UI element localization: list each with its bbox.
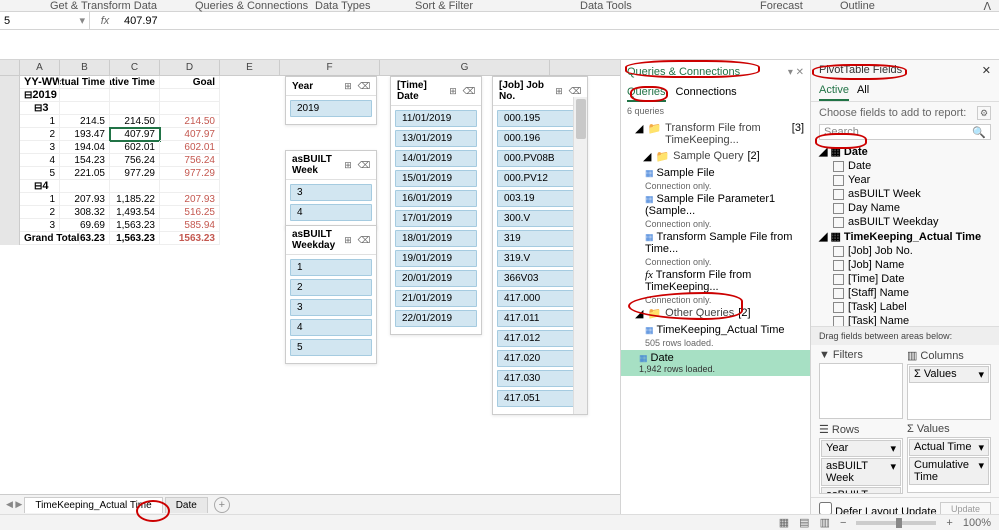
columns-icon: ▥ bbox=[907, 349, 917, 362]
pt-field[interactable]: Date bbox=[819, 159, 991, 173]
query-item[interactable]: ▦TimeKeeping_Actual Time bbox=[627, 322, 804, 338]
sheet-tab-bar: ◀ ▶ TimeKeeping_Actual Time Date + bbox=[0, 494, 620, 514]
view-normal-icon[interactable]: ▦ bbox=[779, 516, 789, 529]
rows-icon: ☰ bbox=[819, 423, 829, 436]
slicer-year[interactable]: Year⊞⌫ 2019 bbox=[285, 76, 377, 125]
area-rows[interactable]: Year▾asBUILT Week▾asBUILT Weekday▾ bbox=[819, 438, 903, 494]
column-headers[interactable]: A B C D E F G bbox=[0, 60, 620, 76]
slicer-week[interactable]: asBUILT Week⊞⌫ 34 bbox=[285, 150, 377, 229]
pivot-col-actual: Actual Time bbox=[60, 76, 110, 89]
zoom-out-button[interactable]: − bbox=[840, 517, 846, 529]
field-table-date[interactable]: ◢ ▦Date bbox=[819, 144, 991, 159]
sheet-tab-timekeeping[interactable]: TimeKeeping_Actual Time bbox=[24, 497, 162, 513]
name-box[interactable]: 5▾ bbox=[0, 12, 90, 29]
pt-field[interactable]: [Job] Job No. bbox=[819, 244, 991, 258]
fx-icon[interactable]: fx bbox=[90, 15, 120, 27]
pt-field[interactable]: [Job] Name bbox=[819, 258, 991, 272]
pt-field[interactable]: [Task] Name bbox=[819, 314, 991, 326]
slicer-time-date[interactable]: [Time] Date⊞⌫ 11/01/201913/01/201914/01/… bbox=[390, 76, 482, 335]
zoom-level[interactable]: 100% bbox=[963, 517, 991, 529]
ribbon-group-labels: Get & Transform Data Queries & Connectio… bbox=[0, 0, 999, 12]
search-icon: 🔍 bbox=[972, 126, 986, 139]
ribbon-group: Outline bbox=[840, 0, 875, 12]
ribbon-group: Queries & Connections bbox=[195, 0, 308, 12]
query-item[interactable]: ▦Transform Sample File from Time... bbox=[627, 229, 804, 257]
qc-tab-queries[interactable]: Queries bbox=[627, 84, 666, 102]
pt-field[interactable]: [Task] Label bbox=[819, 300, 991, 314]
gear-icon[interactable]: ⚙ bbox=[977, 106, 991, 120]
sheet-nav[interactable]: ◀ ▶ bbox=[6, 499, 22, 510]
qc-tab-connections[interactable]: Connections bbox=[676, 84, 737, 102]
ribbon-group: Get & Transform Data bbox=[50, 0, 157, 12]
status-bar: ▦ ▤ ▥ − + 100% bbox=[0, 514, 999, 530]
ribbon-group: Forecast bbox=[760, 0, 803, 12]
pt-field[interactable]: [Time] Date bbox=[819, 272, 991, 286]
pt-field[interactable]: asBUILT Weekday bbox=[819, 215, 991, 229]
selected-cell[interactable]: 407.97 bbox=[110, 128, 160, 141]
sheet-tab-date[interactable]: Date bbox=[165, 497, 208, 513]
ribbon-group: Data Tools bbox=[580, 0, 632, 12]
pt-tab-active[interactable]: Active bbox=[819, 81, 849, 101]
zoom-slider[interactable] bbox=[856, 521, 936, 525]
qc-title: Queries & Connections▾ ✕ bbox=[627, 64, 804, 80]
query-item[interactable]: ▦Sample File bbox=[627, 165, 804, 181]
pt-search-input[interactable]: Search🔍 bbox=[819, 124, 991, 140]
pt-title: PivotTable Fields bbox=[819, 64, 902, 77]
ribbon-group: Sort & Filter bbox=[415, 0, 473, 12]
pivottable-fields-pane: PivotTable Fields✕ Active All Choose fie… bbox=[810, 60, 999, 522]
pt-field[interactable]: Day Name bbox=[819, 201, 991, 215]
view-pagelayout-icon[interactable]: ▤ bbox=[799, 516, 809, 529]
area-filters[interactable] bbox=[819, 363, 903, 419]
pivot-col-yy[interactable]: YY-WW-DD bbox=[24, 76, 60, 88]
close-icon[interactable]: ✕ bbox=[982, 64, 991, 77]
add-sheet-button[interactable]: + bbox=[214, 497, 230, 513]
clear-filter-icon[interactable]: ⌫ bbox=[358, 80, 370, 92]
query-item[interactable]: fx Transform File from TimeKeeping... bbox=[627, 267, 804, 295]
ribbon-group: Data Types bbox=[315, 0, 370, 12]
pin-icon[interactable]: ▾ ✕ bbox=[788, 67, 804, 78]
query-item-date[interactable]: ▦Date 1,942 rows loaded. bbox=[621, 350, 810, 376]
field-table-tk[interactable]: ◢ ▦TimeKeeping_Actual Time bbox=[819, 229, 991, 244]
pivot-col-cum: Cumulative Time bbox=[110, 76, 160, 89]
grand-total-label: Grand Total bbox=[20, 232, 80, 245]
formula-input[interactable] bbox=[120, 15, 999, 27]
zoom-in-button[interactable]: + bbox=[946, 517, 952, 529]
pt-field[interactable]: Year bbox=[819, 173, 991, 187]
area-columns[interactable]: Σ Values▾ bbox=[907, 364, 991, 420]
formula-bar: 5▾ fx bbox=[0, 12, 999, 30]
pivot-col-goal: Goal bbox=[160, 76, 220, 89]
view-pagebreak-icon[interactable]: ▥ bbox=[820, 516, 830, 529]
filter-icon: ▼ bbox=[819, 349, 830, 361]
pt-field[interactable]: asBUILT Week bbox=[819, 187, 991, 201]
slicer-weekday[interactable]: asBUILT Weekday⊞⌫ 1 2 3 4 5 bbox=[285, 225, 377, 364]
values-icon: Σ bbox=[907, 423, 914, 435]
pt-tab-all[interactable]: All bbox=[857, 81, 869, 101]
queries-connections-pane: Queries & Connections▾ ✕ Queries Connect… bbox=[620, 60, 810, 522]
area-values[interactable]: Actual Time▾Cumulative Time▾ bbox=[907, 437, 991, 493]
pt-field[interactable]: [Staff] Name bbox=[819, 286, 991, 300]
query-item[interactable]: ▦Sample File Parameter1 (Sample... bbox=[627, 191, 804, 219]
multiselect-icon[interactable]: ⊞ bbox=[342, 80, 354, 92]
worksheet-area[interactable]: A B C D E F G YY-WW-DD▾ Actual Time Cumu… bbox=[0, 60, 620, 522]
slicer-job-no[interactable]: [Job] Job No.⊞⌫ 000.195000.196000.PV08B0… bbox=[492, 76, 588, 415]
